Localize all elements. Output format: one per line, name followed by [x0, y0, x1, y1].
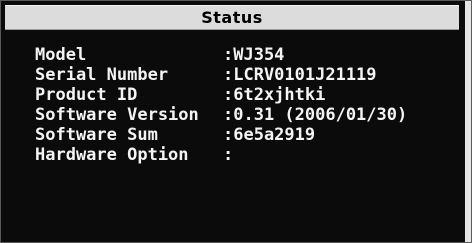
window-right-edge: [465, 1, 471, 242]
serial-number-value: :LCRV0101J21119: [223, 65, 377, 85]
status-row-model: Model :WJ354: [35, 45, 472, 65]
model-value: :WJ354: [223, 45, 285, 65]
serial-number-label: Serial Number: [35, 65, 169, 85]
model-label: Model: [35, 45, 87, 65]
status-list: Model :WJ354 Serial Number :LCRV0101J211…: [35, 45, 472, 165]
status-content: Model :WJ354 Serial Number :LCRV0101J211…: [1, 31, 467, 236]
status-row-software-sum: Software Sum :6e5a2919: [35, 125, 472, 145]
status-row-serial-number: Serial Number :LCRV0101J21119: [35, 65, 472, 85]
product-id-value: :6t2xjhtki: [223, 85, 326, 105]
software-version-label: Software Version: [35, 105, 199, 125]
hardware-option-label: Hardware Option: [35, 145, 189, 165]
hardware-option-value: :: [223, 145, 234, 165]
status-row-hardware-option: Hardware Option :: [35, 145, 472, 165]
software-version-value: :0.31 (2006/01/30): [223, 105, 408, 125]
software-sum-label: Software Sum: [35, 125, 158, 145]
status-row-product-id: Product ID :6t2xjhtki: [35, 85, 472, 105]
software-sum-value: :6e5a2919: [223, 125, 316, 145]
status-row-software-version: Software Version :0.31 (2006/01/30): [35, 105, 472, 125]
product-id-label: Product ID: [35, 85, 138, 105]
title-bar: Status: [5, 5, 459, 30]
status-screen: Status Model :WJ354 Serial Number :LCRV0…: [0, 0, 472, 243]
window-title: Status: [201, 8, 263, 27]
